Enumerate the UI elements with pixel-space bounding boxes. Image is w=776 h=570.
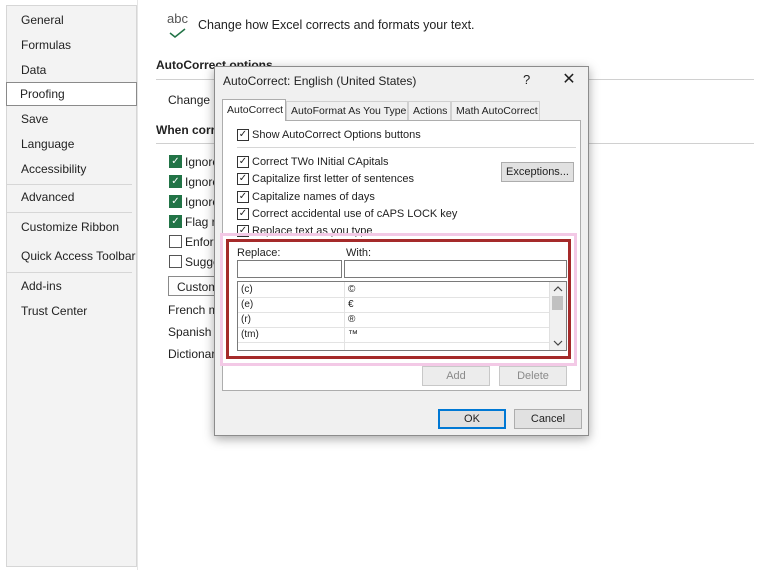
exceptions-button[interactable]: Exceptions... <box>501 162 574 182</box>
with-cell: € <box>348 299 354 310</box>
option-checkbox[interactable]: ✓ <box>169 215 182 228</box>
replace-cell: (c) <box>241 284 253 295</box>
replace-text-row[interactable]: ✓ Replace text as you type <box>237 225 372 237</box>
with-input[interactable] <box>344 260 567 278</box>
nav-proofing[interactable]: Proofing <box>6 82 137 106</box>
checkbox-label: Capitalize first letter of sentences <box>252 173 415 185</box>
option-checkbox[interactable]: ✓ <box>169 195 182 208</box>
nav-formulas[interactable]: Formulas <box>21 38 71 52</box>
checkbox[interactable]: ✓ <box>237 156 249 168</box>
dictionary-language-label: Dictionar <box>168 347 216 361</box>
checkbox[interactable]: ✓ <box>237 208 249 220</box>
option-checkbox[interactable]: ✓ <box>169 235 182 248</box>
with-label: With: <box>346 247 372 259</box>
checkbox[interactable]: ✓ <box>237 191 249 203</box>
checkbox[interactable]: ✓ <box>237 225 249 237</box>
nav-quick-access-toolbar[interactable]: Quick Access Toolbar <box>21 249 136 263</box>
with-cell: … <box>348 344 358 351</box>
table-row[interactable]: (e) € <box>238 297 551 313</box>
delete-button[interactable]: Delete <box>499 366 567 386</box>
nav-general[interactable]: General <box>21 13 64 27</box>
table-row[interactable]: (tm) ™ <box>238 327 551 343</box>
checkbox-label: Correct TWo INitial CApitals <box>252 156 389 168</box>
with-cell: © <box>348 284 356 295</box>
tab-autoformat[interactable]: AutoFormat As You Type <box>286 101 408 120</box>
dialog-divider <box>237 147 576 148</box>
checkbox[interactable]: ✓ <box>237 173 249 185</box>
page-heading: Change how Excel corrects and formats yo… <box>198 18 475 32</box>
option-checkbox[interactable]: ✓ <box>169 155 182 168</box>
capitalize-first-letter-row[interactable]: ✓ Capitalize first letter of sentences <box>237 173 414 185</box>
nav-language[interactable]: Language <box>21 137 74 151</box>
pane-divider <box>137 0 138 570</box>
scrollbar[interactable] <box>549 282 566 350</box>
checkbox-label: Replace text as you type <box>252 225 373 237</box>
chevron-up-icon[interactable] <box>553 285 563 293</box>
option-checkbox[interactable]: ✓ <box>169 175 182 188</box>
cancel-button[interactable]: Cancel <box>514 409 582 429</box>
options-nav: General Formulas Data Proofing Save Lang… <box>6 5 137 567</box>
checkbox-label: Show AutoCorrect Options buttons <box>252 129 421 141</box>
capitalize-days-row[interactable]: ✓ Capitalize names of days <box>237 191 375 203</box>
nav-accessibility[interactable]: Accessibility <box>21 162 86 176</box>
nav-customize-ribbon[interactable]: Customize Ribbon <box>21 220 119 234</box>
correct-two-initial-caps-row[interactable]: ✓ Correct TWo INitial CApitals <box>237 156 389 168</box>
nav-add-ins[interactable]: Add-ins <box>21 279 62 293</box>
checkbox-label: Capitalize names of days <box>252 191 375 203</box>
change-how-label: Change h <box>168 93 221 107</box>
nav-advanced[interactable]: Advanced <box>21 190 74 204</box>
replace-cell: ... <box>241 344 250 351</box>
when-correcting-title: When corre <box>156 123 223 137</box>
nav-data[interactable]: Data <box>21 63 46 77</box>
table-row[interactable]: (c) © <box>238 282 551 298</box>
checkmark-icon <box>169 28 186 38</box>
ok-button[interactable]: OK <box>438 409 506 429</box>
french-modes-label: French m <box>168 303 219 317</box>
table-row[interactable]: (r) ® <box>238 312 551 328</box>
nav-divider <box>7 212 132 213</box>
replace-input[interactable] <box>237 260 342 278</box>
tab-autocorrect[interactable]: AutoCorrect <box>222 99 286 121</box>
tab-actions[interactable]: Actions <box>408 101 451 120</box>
nav-trust-center[interactable]: Trust Center <box>21 304 87 318</box>
table-row[interactable]: ... … <box>238 342 551 351</box>
chevron-down-icon[interactable] <box>553 339 563 347</box>
nav-divider <box>7 272 132 273</box>
show-options-row[interactable]: ✓ Show AutoCorrect Options buttons <box>237 129 421 141</box>
checkbox-label: Correct accidental use of cAPS LOCK key <box>252 208 458 220</box>
add-button[interactable]: Add <box>422 366 490 386</box>
option-checkbox[interactable]: ✓ <box>169 255 182 268</box>
dialog-title: AutoCorrect: English (United States) <box>223 74 417 88</box>
checkbox[interactable]: ✓ <box>237 129 249 141</box>
replace-cell: (r) <box>241 314 251 325</box>
close-icon[interactable]: ✕ <box>560 69 578 88</box>
scrollbar-thumb[interactable] <box>552 296 563 310</box>
replace-label: Replace: <box>237 247 281 259</box>
nav-save[interactable]: Save <box>21 112 48 126</box>
replace-cell: (e) <box>241 299 254 310</box>
autocorrect-dialog: AutoCorrect: English (United States) ? ✕… <box>214 66 589 436</box>
with-cell: ® <box>348 314 356 325</box>
with-cell: ™ <box>348 329 358 340</box>
replace-cell: (tm) <box>241 329 259 340</box>
tab-math-autocorrect[interactable]: Math AutoCorrect <box>451 101 540 120</box>
column-divider <box>344 282 345 350</box>
replacement-list[interactable]: (c) © (e) € (r) ® (tm) ™ ... … <box>237 281 567 351</box>
abc-icon: abc <box>167 11 188 26</box>
help-button[interactable]: ? <box>523 72 530 87</box>
nav-divider <box>7 184 132 185</box>
caps-lock-row[interactable]: ✓ Correct accidental use of cAPS LOCK ke… <box>237 208 457 220</box>
